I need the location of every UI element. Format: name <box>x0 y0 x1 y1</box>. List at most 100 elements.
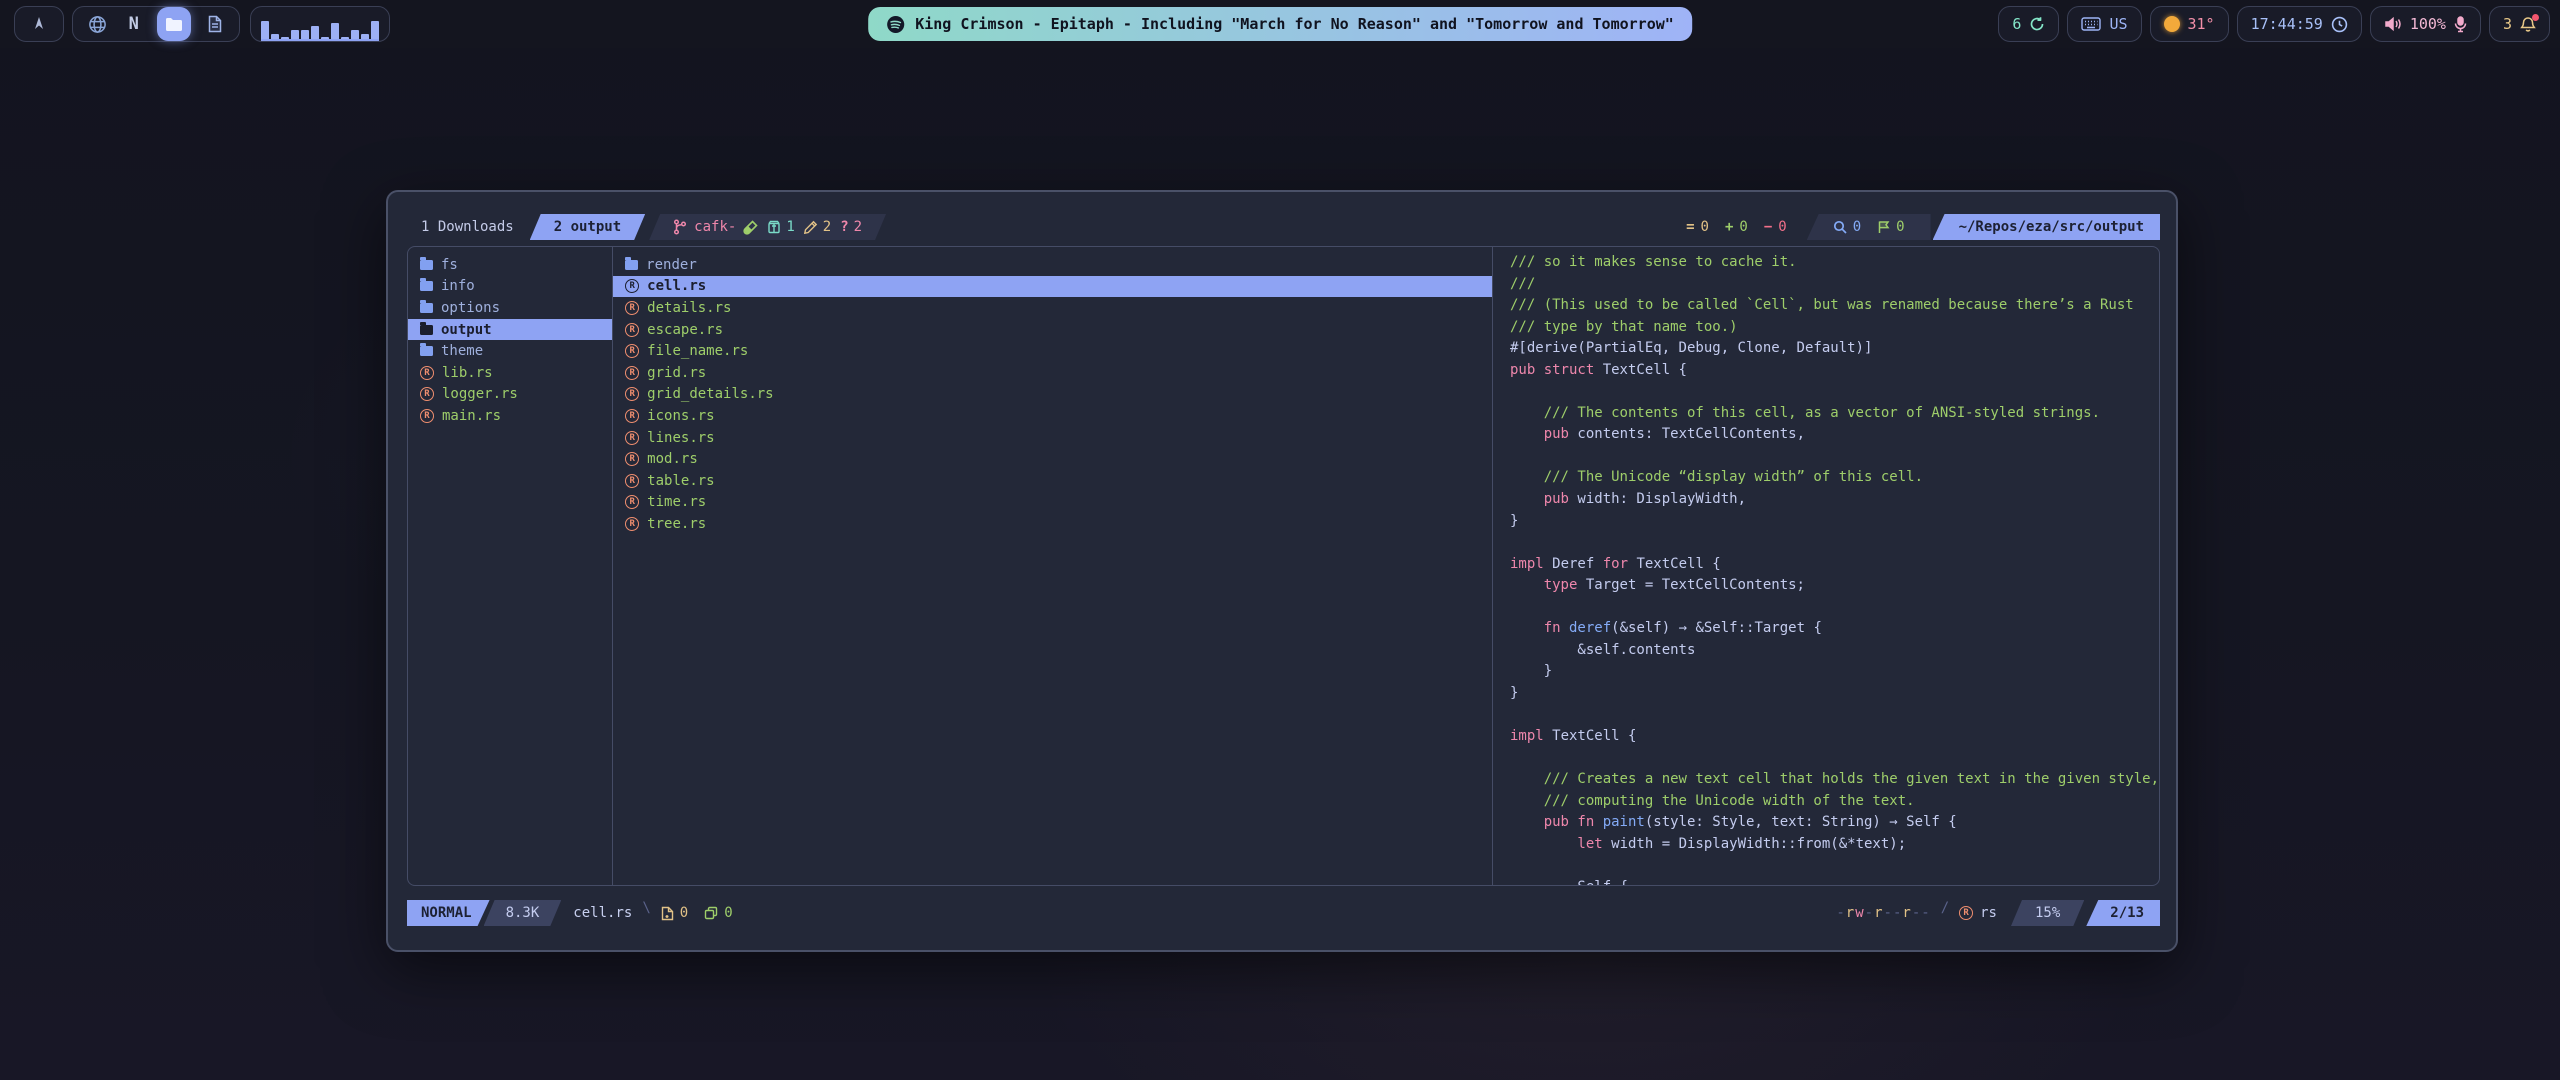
search-count-value: 0 <box>1853 219 1861 235</box>
rust-file-icon: R <box>420 409 434 423</box>
tab-downloads[interactable]: 1 Downloads <box>407 214 530 240</box>
file-manager-panes: fsinfooptionsoutputthemeRlib.rsRlogger.r… <box>407 246 2160 886</box>
clock-icon <box>2331 16 2348 33</box>
notification-count: 3 <box>2503 15 2512 33</box>
visualizer-bar <box>351 30 359 41</box>
code-line <box>1510 448 2159 470</box>
file-permissions: -rw-r--r-- <box>1836 900 1930 926</box>
file-row-cell.rs[interactable]: Rcell.rs <box>613 276 1492 298</box>
launcher-button[interactable] <box>14 6 64 42</box>
file-row-lib.rs[interactable]: Rlib.rs <box>408 362 612 384</box>
file-row-grid.rs[interactable]: Rgrid.rs <box>613 362 1492 384</box>
visualizer-bar <box>361 34 369 41</box>
git-branch-name: cafk- <box>694 219 736 235</box>
code-line: /// type by that name too.) <box>1510 319 2159 341</box>
clock-time: 17:44:59 <box>2251 15 2323 33</box>
file-row-icons.rs[interactable]: Ricons.rs <box>613 405 1492 427</box>
tab-output[interactable]: 2 output <box>530 214 645 240</box>
notifications-widget[interactable]: 3 <box>2489 6 2550 42</box>
file-row-theme[interactable]: theme <box>408 340 612 362</box>
visualizer-bars <box>261 15 379 41</box>
code-line: } <box>1510 685 2159 707</box>
folder-icon <box>420 260 433 270</box>
git-branch-icon <box>673 219 687 235</box>
weather-widget[interactable]: 31° <box>2150 6 2229 42</box>
file-row-render[interactable]: render <box>613 254 1492 276</box>
code-line <box>1510 750 2159 772</box>
code-line: pub width: DisplayWidth, <box>1510 491 2159 513</box>
rust-file-icon: R <box>625 366 639 380</box>
folder-icon <box>420 325 433 335</box>
file-row-info[interactable]: info <box>408 276 612 298</box>
code-line: &self.contents <box>1510 642 2159 664</box>
file-name-label: main.rs <box>442 408 501 424</box>
file-name-label: render <box>646 257 697 273</box>
file-row-options[interactable]: options <box>408 297 612 319</box>
dock-item-browser[interactable] <box>84 11 110 37</box>
rust-file-icon: R <box>625 431 639 445</box>
audio-visualizer-widget[interactable] <box>250 6 390 42</box>
volume-widget[interactable]: 100% <box>2370 6 2481 42</box>
question-icon: ? <box>840 219 848 235</box>
file-row-file_name.rs[interactable]: Rfile_name.rs <box>613 340 1492 362</box>
code-line: let width = DisplayWidth::from(&*text); <box>1510 836 2159 858</box>
separator-slash: / <box>1941 900 1949 926</box>
code-line: fn deref(&self) → &Self::Target { <box>1510 620 2159 642</box>
dock-item-notes[interactable]: N <box>121 11 147 37</box>
file-type-label: rs <box>1980 905 1997 921</box>
dock-item-document[interactable] <box>202 11 228 37</box>
file-name-label: logger.rs <box>442 386 518 402</box>
file-row-lines.rs[interactable]: Rlines.rs <box>613 427 1492 449</box>
visualizer-bar <box>271 34 279 41</box>
top-bar: N King Crimson - Epitaph <box>0 0 2560 48</box>
current-path-segment[interactable]: ~/Repos/eza/src/output <box>1933 214 2160 240</box>
yank-counter: 0 <box>704 900 732 926</box>
rust-icon: R <box>1959 906 1973 920</box>
file-name-label: details.rs <box>647 300 731 316</box>
folder-icon <box>420 346 433 356</box>
file-row-tree.rs[interactable]: Rtree.rs <box>613 513 1492 535</box>
media-player-widget[interactable]: King Crimson - Epitaph - Including "Marc… <box>868 7 1692 41</box>
code-line: impl Deref for TextCell { <box>1510 556 2159 578</box>
dock-item-files[interactable] <box>157 7 191 41</box>
current-path: ~/Repos/eza/src/output <box>1959 219 2144 235</box>
status-pills: 6 US 31° 17:44:59 <box>1998 6 2550 42</box>
rust-file-icon: R <box>625 344 639 358</box>
document-icon <box>208 15 222 33</box>
file-row-details.rs[interactable]: Rdetails.rs <box>613 297 1492 319</box>
microphone-icon <box>2454 16 2467 33</box>
code-line: impl TextCell { <box>1510 728 2159 750</box>
updates-widget[interactable]: 6 <box>1998 6 2059 42</box>
file-row-mod.rs[interactable]: Rmod.rs <box>613 448 1492 470</box>
git-status-segment: cafk- 1 <box>649 214 886 240</box>
scroll-percent: 15% <box>2035 905 2060 921</box>
flag-icon <box>1877 220 1890 234</box>
file-row-fs[interactable]: fs <box>408 254 612 276</box>
rust-file-icon: R <box>625 409 639 423</box>
file-preview-pane: /// so it makes sense to cache it.//////… <box>1493 247 2159 885</box>
file-row-output[interactable]: output <box>408 319 612 341</box>
file-row-grid_details.rs[interactable]: Rgrid_details.rs <box>613 384 1492 406</box>
code-line: pub struct TextCell { <box>1510 362 2159 384</box>
rust-file-icon: R <box>625 452 639 466</box>
keyboard-icon <box>2081 17 2101 31</box>
code-line: pub fn paint(style: Style, text: String)… <box>1510 814 2159 836</box>
visualizer-bar <box>321 37 329 41</box>
desktop: N King Crimson - Epitaph <box>0 0 2560 1080</box>
file-name-label: info <box>441 278 475 294</box>
visualizer-bar <box>301 30 309 41</box>
clock-widget[interactable]: 17:44:59 <box>2237 6 2362 42</box>
file-row-table.rs[interactable]: Rtable.rs <box>613 470 1492 492</box>
file-row-logger.rs[interactable]: Rlogger.rs <box>408 384 612 406</box>
file-row-escape.rs[interactable]: Rescape.rs <box>613 319 1492 341</box>
rust-file-icon: R <box>625 323 639 337</box>
flag-count-value: 0 <box>1896 219 1904 235</box>
dock: N <box>72 6 240 42</box>
file-row-time.rs[interactable]: Rtime.rs <box>613 492 1492 514</box>
temperature-label: 31° <box>2188 15 2215 33</box>
cursor-position-segment: 2/13 <box>2086 900 2160 926</box>
keyboard-layout-widget[interactable]: US <box>2067 6 2141 42</box>
file-size-segment: 8.3K <box>484 900 562 926</box>
folder-icon <box>165 17 183 32</box>
file-row-main.rs[interactable]: Rmain.rs <box>408 405 612 427</box>
